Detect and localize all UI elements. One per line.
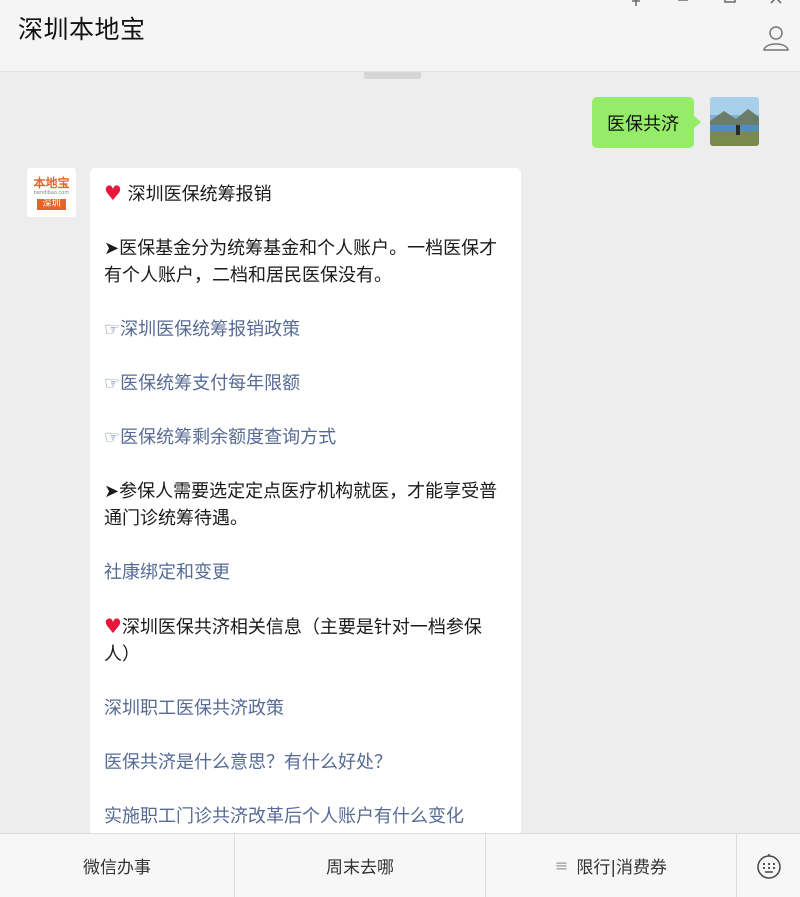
outgoing-message-bubble[interactable]: 医保共济	[592, 97, 701, 148]
link-annual-limit[interactable]: ☞医保统筹支付每年限额	[104, 373, 300, 394]
title-bar: 深圳本地宝	[0, 0, 800, 72]
link-reimbursement-policy[interactable]: ☞深圳医保统筹报销政策	[104, 319, 300, 340]
menu-item-label: 微信办事	[83, 858, 151, 878]
scroll-handle[interactable]	[364, 72, 421, 79]
section-heading: ♥深圳医保共济相关信息（主要是针对一档参保人）	[104, 613, 507, 668]
menu-item-weekend[interactable]: 周末去哪	[235, 834, 486, 897]
link-mutual-aid-policy[interactable]: 深圳职工医保共济政策	[104, 698, 284, 719]
outgoing-message-text: 医保共济	[607, 113, 679, 135]
menu-item-wechat-services[interactable]: 微信办事	[0, 834, 235, 897]
bot-avatar[interactable]: 本地宝 bendibao.com 深圳	[27, 168, 76, 217]
menu-item-traffic-coupons[interactable]: ≡ 限行|消费券	[486, 834, 737, 897]
bottom-menu: 微信办事 周末去哪 ≡ 限行|消费券	[0, 833, 800, 897]
heart-icon: ♥	[104, 181, 122, 205]
heart-icon: ♥	[104, 614, 122, 638]
keyboard-toggle-button[interactable]	[737, 834, 800, 897]
section-heading-text: 深圳医保统筹报销	[127, 184, 272, 205]
info-paragraph: ➤医保基金分为统筹基金和个人账户。一档医保才有个人账户，二档和居民医保没有。	[104, 238, 498, 286]
section-heading: ♥ 深圳医保统筹报销	[104, 180, 507, 208]
section-heading-text: 深圳医保共济相关信息（主要是针对一档参保人）	[104, 617, 482, 665]
info-paragraph: ➤参保人需要选定定点医疗机构就医，才能享受普通门诊统筹待遇。	[104, 481, 498, 529]
profile-icon[interactable]	[762, 24, 790, 52]
incoming-message-bubble: ♥ 深圳医保统筹报销 ➤医保基金分为统筹基金和个人账户。一档医保才有个人账户，二…	[90, 168, 521, 868]
link-account-changes[interactable]: 实施职工门诊共济改革后个人账户有什么变化	[104, 806, 464, 827]
menu-item-label: 周末去哪	[326, 858, 394, 878]
link-clinic-binding[interactable]: 社康绑定和变更	[104, 562, 230, 583]
user-avatar[interactable]	[710, 97, 759, 146]
logo-city: 深圳	[37, 198, 66, 210]
hamburger-icon: ≡	[554, 856, 569, 875]
maximize-icon[interactable]	[720, 0, 740, 10]
menu-item-label: 限行|消费券	[576, 858, 668, 878]
keyboard-icon	[756, 853, 781, 879]
chat-title: 深圳本地宝	[18, 15, 146, 44]
logo-text: 本地宝	[33, 175, 70, 190]
pin-icon[interactable]	[626, 0, 646, 10]
link-mutual-aid-meaning[interactable]: 医保共济是什么意思？有什么好处？	[104, 752, 392, 773]
close-icon[interactable]	[766, 0, 786, 10]
minimize-icon[interactable]	[673, 0, 693, 10]
link-remaining-quota[interactable]: ☞医保统筹剩余额度查询方式	[104, 427, 336, 448]
logo-domain: bendibao.com	[33, 189, 70, 196]
